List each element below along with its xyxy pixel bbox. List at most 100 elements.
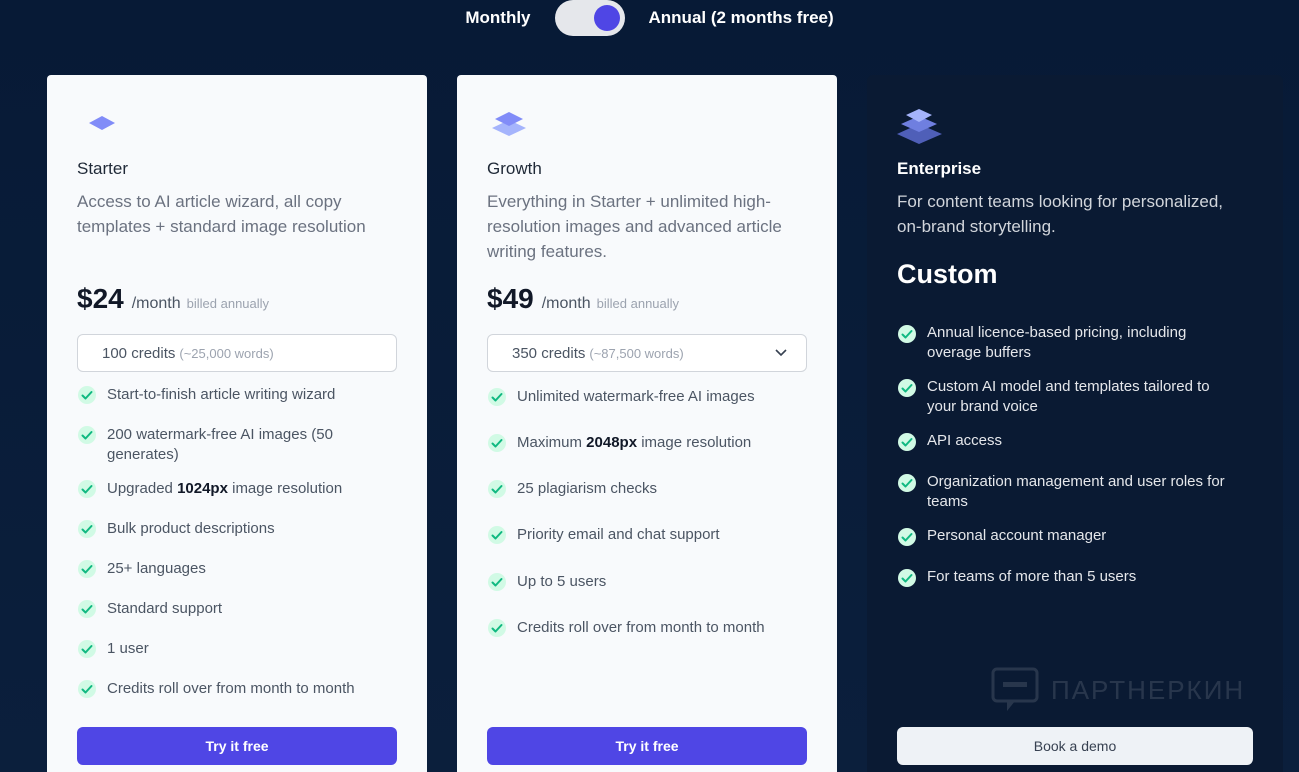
- feature-text: 1 user: [107, 640, 149, 657]
- check-icon: [487, 479, 507, 505]
- feature-text: Standard support: [107, 600, 223, 617]
- feature-item: Unlimited watermark-free AI images: [487, 387, 787, 413]
- check-icon: [77, 599, 97, 625]
- chevron-down-icon: [774, 346, 788, 364]
- feature-text: Priority email and chat support: [517, 526, 720, 543]
- feature-list: Annual licence-based pricing, including …: [897, 323, 1227, 594]
- feature-item: API access: [897, 431, 1227, 458]
- plan-description: Everything in Starter + unlimited high-r…: [487, 192, 782, 261]
- check-icon: [77, 385, 97, 411]
- check-icon: [77, 679, 97, 705]
- billing-note: billed annually: [186, 296, 270, 311]
- check-icon: [897, 324, 917, 350]
- annual-label[interactable]: Annual (2 months free): [649, 8, 834, 28]
- check-icon: [897, 473, 917, 499]
- switch-knob: [593, 5, 620, 31]
- credits-display: 100 credits (~25,000 words): [77, 334, 397, 372]
- check-icon: [77, 639, 97, 665]
- feature-item: Start-to-finish article writing wizard: [77, 385, 377, 411]
- layers-stack-icon: [487, 105, 537, 146]
- feature-text: Custom AI model and templates tailored t…: [927, 378, 1210, 415]
- watermark: ПАРТНЕРКИН: [991, 665, 1245, 715]
- plan-description: For content teams looking for personaliz…: [897, 192, 1224, 236]
- feature-text: API access: [927, 432, 1003, 449]
- book-a-demo-button[interactable]: Book a demo: [897, 727, 1253, 765]
- feature-text: For teams of more than 5 users: [927, 568, 1137, 585]
- feature-text: 25 plagiarism checks: [517, 480, 658, 497]
- feature-list: Start-to-finish article writing wizard 20…: [77, 385, 377, 705]
- credits-select[interactable]: 350 credits (~87,500 words): [487, 334, 807, 372]
- feature-text: Start-to-finish article writing wizard: [107, 386, 336, 403]
- plan-name: Starter: [77, 159, 129, 178]
- feature-item: Maximum 2048px image resolution: [487, 433, 787, 459]
- check-icon: [77, 425, 97, 451]
- feature-item: 25 plagiarism checks: [487, 479, 787, 505]
- plan-name: Enterprise: [897, 159, 982, 178]
- price-row: $24 /month billed annually: [77, 283, 269, 315]
- feature-text: Annual licence-based pricing, including …: [927, 324, 1187, 361]
- check-icon: [487, 572, 507, 598]
- credits-amount: 100 credits: [102, 344, 176, 362]
- feature-item: Bulk product descriptions: [77, 519, 377, 545]
- layer-icon: [77, 105, 127, 146]
- feature-item: Priority email and chat support: [487, 525, 787, 551]
- plan-card-enterprise: Enterprise For content teams looking for…: [867, 75, 1283, 772]
- feature-text: 25+ languages: [107, 560, 206, 577]
- price: $24: [77, 283, 124, 314]
- feature-text: Personal account manager: [927, 527, 1107, 544]
- feature-text: Upgraded 1024px image resolution: [107, 480, 343, 497]
- credits-words: (~87,500 words): [589, 345, 684, 361]
- check-icon: [897, 378, 917, 404]
- billing-period-switch[interactable]: [554, 0, 625, 36]
- check-icon: [897, 527, 917, 553]
- feature-item: Standard support: [77, 599, 377, 625]
- try-it-free-button[interactable]: Try it free: [487, 727, 807, 765]
- price: $49: [487, 283, 534, 314]
- plan-name: Growth: [487, 159, 542, 178]
- plan-card-starter: Starter Access to AI article wizard, all…: [47, 75, 427, 772]
- billing-toggle-row: Monthly Annual (2 months free): [0, 0, 1299, 36]
- feature-text: Unlimited watermark-free AI images: [517, 388, 755, 405]
- check-icon: [897, 432, 917, 458]
- feature-item: 1 user: [77, 639, 377, 665]
- layers-stack-large-icon: [897, 105, 947, 150]
- feature-text: Organization management and user roles f…: [927, 473, 1225, 510]
- check-icon: [77, 559, 97, 585]
- feature-item: Annual licence-based pricing, including …: [897, 323, 1227, 363]
- check-icon: [487, 387, 507, 413]
- check-icon: [897, 568, 917, 594]
- feature-text: Bulk product descriptions: [107, 520, 275, 537]
- feature-item: 25+ languages: [77, 559, 377, 585]
- check-icon: [77, 519, 97, 545]
- feature-text: Up to 5 users: [517, 573, 607, 590]
- price-period: /month: [541, 295, 591, 312]
- credits-words: (~25,000 words): [179, 345, 274, 361]
- feature-item: Credits roll over from month to month: [487, 618, 787, 644]
- feature-text: Credits roll over from month to month: [107, 680, 355, 697]
- check-icon: [487, 525, 507, 551]
- try-it-free-button[interactable]: Try it free: [77, 727, 397, 765]
- feature-text: 200 watermark-free AI images (50 generat…: [107, 426, 333, 463]
- check-icon: [77, 479, 97, 505]
- feature-list: Unlimited watermark-free AI images Maximu…: [487, 387, 787, 644]
- feature-item: Personal account manager: [897, 526, 1227, 553]
- price-period: /month: [131, 295, 181, 312]
- watermark-logo-icon: [991, 667, 1039, 711]
- feature-item: Organization management and user roles f…: [897, 472, 1227, 512]
- billing-note: billed annually: [596, 296, 680, 311]
- feature-item: Up to 5 users: [487, 572, 787, 598]
- custom-price: Custom: [897, 259, 998, 289]
- monthly-label[interactable]: Monthly: [465, 8, 530, 28]
- watermark-text: ПАРТНЕРКИН: [1051, 674, 1246, 705]
- feature-item: Credits roll over from month to month: [77, 679, 377, 705]
- credits-amount: 350 credits: [512, 344, 586, 362]
- check-icon: [487, 433, 507, 459]
- pricing-page: Monthly Annual (2 months free) Starter A…: [0, 0, 1299, 772]
- feature-item: 200 watermark-free AI images (50 generat…: [77, 425, 377, 465]
- feature-item: Upgraded 1024px image resolution: [77, 479, 377, 505]
- check-icon: [487, 618, 507, 644]
- feature-text: Maximum 2048px image resolution: [517, 434, 752, 451]
- feature-text: Credits roll over from month to month: [517, 619, 765, 636]
- feature-item: For teams of more than 5 users: [897, 567, 1227, 594]
- plan-card-growth: Growth Everything in Starter + unlimited…: [457, 75, 837, 772]
